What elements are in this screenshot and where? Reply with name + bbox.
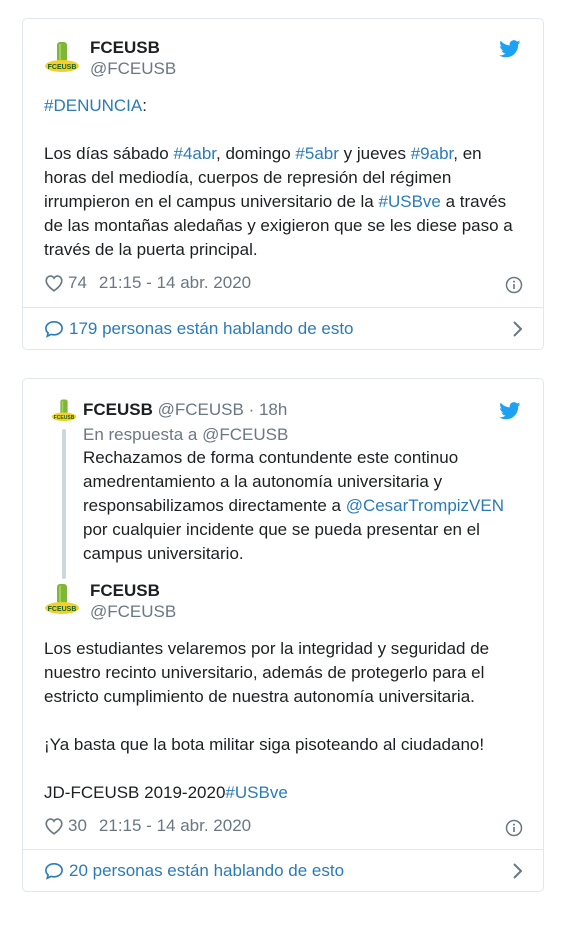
mention-cesartrompizven[interactable]: @CesarTrompizVEN [346, 496, 504, 515]
conversation-count: 179 personas están hablando de esto [69, 319, 354, 338]
text-fragment: , domingo [216, 144, 296, 163]
tweet-text-paragraph: Los días sábado #4abr, domingo #5abr y j… [44, 142, 524, 262]
fceusb-logo-avatar[interactable]: FCEUSB [44, 582, 80, 618]
author-handle[interactable]: @FCEUSB [90, 602, 176, 622]
author-name[interactable]: FCEUSB [90, 581, 160, 601]
text-fragment: Los días sábado [44, 144, 174, 163]
tweet-text-paragraph-1: Los estudiantes velaremos por la integri… [44, 639, 490, 706]
info-icon[interactable] [505, 819, 523, 837]
reply-text: Rechazamos de forma contundente este con… [83, 446, 523, 566]
svg-text:FCEUSB: FCEUSB [48, 64, 77, 71]
chevron-right-icon [513, 321, 523, 337]
chevron-right-icon [513, 863, 523, 879]
twitter-bird-icon[interactable] [499, 40, 521, 58]
info-icon[interactable] [505, 276, 523, 294]
in-reply-handle[interactable]: @FCEUSB [202, 425, 288, 444]
text-fragment: y jueves [338, 144, 411, 163]
hashtag-usbve[interactable]: #USBve [225, 783, 287, 802]
reply-time[interactable]: · 18h [249, 400, 288, 419]
hashtag-9abr[interactable]: #9abr [411, 144, 454, 163]
heart-icon[interactable] [44, 274, 64, 292]
divider [23, 849, 543, 850]
divider [23, 307, 543, 308]
svg-text:FCEUSB: FCEUSB [48, 606, 77, 613]
thread-line [62, 429, 66, 579]
timestamp[interactable]: 21:15 - 14 abr. 2020 [99, 816, 251, 836]
twitter-bird-icon[interactable] [499, 402, 521, 420]
author-handle[interactable]: @FCEUSB [90, 59, 176, 79]
tweet-signature: JD-FCEUSB 2019-2020#USBve [44, 781, 524, 805]
hashtag-5abr[interactable]: #5abr [295, 144, 338, 163]
reply-author-handle[interactable]: @FCEUSB [158, 400, 244, 419]
svg-text:FCEUSB: FCEUSB [54, 415, 75, 421]
hashtag-usbve[interactable]: #USBve [379, 192, 441, 211]
tweet-card-2: FCEUSB FCEUSB @FCEUSB · 18h En respuesta… [22, 378, 544, 892]
conversation-link[interactable]: 179 personas están hablando de esto [44, 317, 523, 341]
text-fragment: por cualquier incidente que se pueda pre… [83, 520, 480, 563]
speech-bubble-icon [45, 320, 63, 338]
conversation-count: 20 personas están hablando de esto [69, 861, 345, 880]
heart-icon[interactable] [44, 817, 64, 835]
tweet-card-1: FCEUSB FCEUSB @FCEUSB #DENUNCIA: Los día… [22, 18, 544, 350]
conversation-link[interactable]: 20 personas están hablando de esto [44, 859, 523, 883]
fceusb-logo-avatar-small[interactable]: FCEUSB [51, 398, 77, 424]
in-reply-to: En respuesta a @FCEUSB [83, 425, 288, 445]
text-fragment: JD-FCEUSB 2019-2020 [44, 783, 226, 802]
tweet-text: #DENUNCIA: [44, 94, 524, 118]
tweet-meta: 30 21:15 - 14 abr. 2020 [44, 816, 251, 836]
hashtag-denuncia[interactable]: #DENUNCIA [44, 96, 142, 115]
speech-bubble-icon [45, 862, 63, 880]
tweet-text-paragraph-2: ¡Ya basta que la bota militar siga pisot… [44, 735, 485, 754]
timestamp[interactable]: 21:15 - 14 abr. 2020 [99, 273, 251, 293]
reply-author-name[interactable]: FCEUSB [83, 400, 153, 419]
in-reply-label: En respuesta a [83, 425, 203, 444]
text-fragment: : [142, 96, 147, 115]
tweet-meta: 74 21:15 - 14 abr. 2020 [44, 273, 251, 293]
like-count[interactable]: 30 [68, 816, 87, 836]
fceusb-logo-avatar[interactable]: FCEUSB [44, 40, 80, 76]
like-count[interactable]: 74 [68, 273, 87, 293]
reply-header: FCEUSB @FCEUSB · 18h [83, 400, 287, 420]
hashtag-4abr[interactable]: #4abr [173, 144, 216, 163]
author-name[interactable]: FCEUSB [90, 38, 160, 58]
